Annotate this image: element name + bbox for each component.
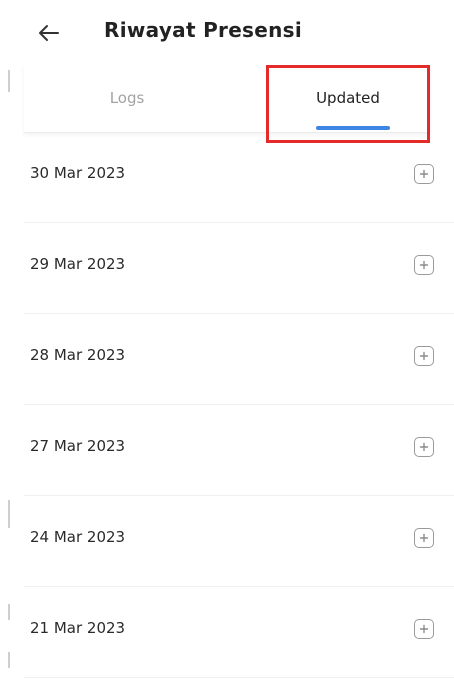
- edge-mark: [8, 500, 10, 528]
- list-item[interactable]: 27 Mar 2023: [24, 405, 454, 496]
- expand-button[interactable]: [414, 164, 434, 184]
- expand-button[interactable]: [414, 528, 434, 548]
- plus-icon: [419, 533, 429, 543]
- expand-button[interactable]: [414, 346, 434, 366]
- list-item[interactable]: 30 Mar 2023: [24, 132, 454, 223]
- arrow-left-icon: [39, 25, 59, 41]
- edge-mark: [8, 652, 10, 668]
- tab-bar: Logs Updated: [24, 64, 430, 133]
- expand-button[interactable]: [414, 619, 434, 639]
- date-label: 30 Mar 2023: [30, 164, 126, 182]
- active-tab-indicator: [316, 126, 390, 130]
- expand-button[interactable]: [414, 437, 434, 457]
- list-item[interactable]: 28 Mar 2023: [24, 314, 454, 405]
- back-button[interactable]: [34, 18, 64, 48]
- app-header: Riwayat Presensi: [0, 0, 454, 64]
- edge-mark: [8, 604, 10, 620]
- tab-updated[interactable]: Updated: [266, 64, 430, 132]
- date-label: 28 Mar 2023: [30, 346, 126, 364]
- list-item[interactable]: 24 Mar 2023: [24, 496, 454, 587]
- list-item[interactable]: 29 Mar 2023: [24, 223, 454, 314]
- page-title: Riwayat Presensi: [104, 18, 303, 42]
- plus-icon: [419, 442, 429, 452]
- expand-button[interactable]: [414, 255, 434, 275]
- plus-icon: [419, 169, 429, 179]
- date-label: 24 Mar 2023: [30, 528, 126, 546]
- date-label: 29 Mar 2023: [30, 255, 126, 273]
- plus-icon: [419, 260, 429, 270]
- date-label: 27 Mar 2023: [30, 437, 126, 455]
- edge-mark: [8, 70, 10, 92]
- list-item[interactable]: 21 Mar 2023: [24, 587, 454, 678]
- date-label: 21 Mar 2023: [30, 619, 126, 637]
- plus-icon: [419, 624, 429, 634]
- plus-icon: [419, 351, 429, 361]
- tab-logs[interactable]: Logs: [24, 64, 230, 132]
- attendance-date-list: 30 Mar 2023 29 Mar 2023 28 Mar 2023 27 M…: [24, 132, 454, 678]
